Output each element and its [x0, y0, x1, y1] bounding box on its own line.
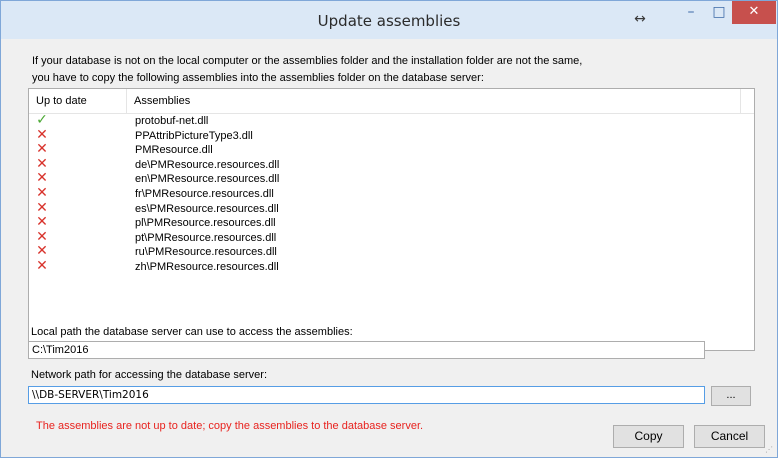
cross-icon: ✕ [36, 170, 48, 187]
list-rows: ✓ protobuf-net.dll ✕ PPAttribPictureType3.d… [29, 112, 754, 275]
cancel-button[interactable]: Cancel [694, 425, 765, 448]
list-item[interactable]: ✕ de\PMResource.resources.dll [29, 155, 754, 173]
minimize-button[interactable]: – [678, 1, 704, 24]
cross-icon: ✕ [36, 199, 48, 216]
network-path-input[interactable]: \\DB-SERVER\Tim2016 [28, 386, 705, 404]
intro-line-2: you have to copy the following assemblie… [32, 72, 484, 84]
assembly-name: es\PMResource.resources.dll [135, 202, 279, 215]
assembly-name: ru\PMResource.resources.dll [135, 246, 277, 259]
list-item[interactable]: ✕ fr\PMResource.resources.dll [29, 184, 754, 202]
assembly-name: PPAttribPictureType3.dll [135, 129, 253, 142]
dialog-content: If your database is not on the local com… [1, 39, 777, 457]
cross-icon: ✕ [36, 126, 48, 143]
resize-grip-icon[interactable]: ⋰ [765, 446, 773, 454]
list-header: Up to date Assemblies [29, 89, 754, 114]
assembly-name: pl\PMResource.resources.dll [135, 217, 276, 230]
cross-icon: ✕ [36, 243, 48, 260]
assembly-name: de\PMResource.resources.dll [135, 158, 280, 171]
close-button[interactable]: ✕ [732, 1, 776, 24]
copy-button[interactable]: Copy [613, 425, 684, 448]
cross-icon: ✕ [36, 214, 48, 231]
list-item[interactable]: ✓ protobuf-net.dll [29, 112, 754, 129]
list-item[interactable]: ✕ zh\PMResource.resources.dll [29, 257, 754, 275]
network-path-label: Network path for accessing the database … [31, 369, 268, 381]
list-item[interactable]: ✕ es\PMResource.resources.dll [29, 199, 754, 217]
assembly-name: protobuf-net.dll [135, 115, 209, 127]
assembly-name: PMResource.dll [135, 144, 213, 157]
column-header-up-to-date[interactable]: Up to date [29, 89, 127, 113]
check-icon: ✓ [36, 112, 48, 128]
assembly-name: fr\PMResource.resources.dll [135, 187, 274, 200]
column-header-assemblies[interactable]: Assemblies [127, 89, 741, 113]
cross-icon: ✕ [36, 141, 48, 158]
list-item[interactable]: ✕ ru\PMResource.resources.dll [29, 243, 754, 260]
local-path-input[interactable]: C:\Tim2016 [28, 341, 705, 359]
resize-arrows-icon: ↔ [634, 11, 646, 27]
list-item[interactable]: ✕ pl\PMResource.resources.dll [29, 214, 754, 231]
browse-button[interactable]: ... [711, 386, 751, 406]
list-item[interactable]: ✕ PPAttribPictureType3.dll [29, 126, 754, 144]
maximize-button[interactable]: □ [706, 1, 732, 24]
assembly-name: zh\PMResource.resources.dll [135, 260, 279, 273]
cross-icon: ✕ [36, 155, 48, 172]
update-assemblies-dialog: Update assemblies ↔ – □ ✕ If your databa… [0, 0, 778, 458]
local-path-label: Local path the database server can use t… [31, 326, 353, 338]
intro-text: If your database is not on the local com… [32, 53, 752, 87]
cross-icon: ✕ [36, 184, 48, 201]
title-bar[interactable]: Update assemblies ↔ – □ ✕ [1, 1, 777, 39]
assembly-name: pt\PMResource.resources.dll [135, 231, 277, 244]
assembly-name: en\PMResource.resources.dll [135, 173, 280, 186]
list-item[interactable]: ✕ pt\PMResource.resources.dll [29, 228, 754, 246]
list-item[interactable]: ✕ en\PMResource.resources.dll [29, 170, 754, 187]
window-title: Update assemblies [317, 12, 461, 30]
status-message: The assemblies are not up to date; copy … [36, 420, 424, 432]
assemblies-list[interactable]: Up to date Assemblies ✓ protobuf-net.dll ✕… [28, 88, 755, 351]
cross-icon: ✕ [36, 257, 48, 274]
intro-line-1: If your database is not on the local com… [32, 55, 583, 67]
cross-icon: ✕ [36, 228, 48, 245]
list-item[interactable]: ✕ PMResource.dll [29, 141, 754, 158]
